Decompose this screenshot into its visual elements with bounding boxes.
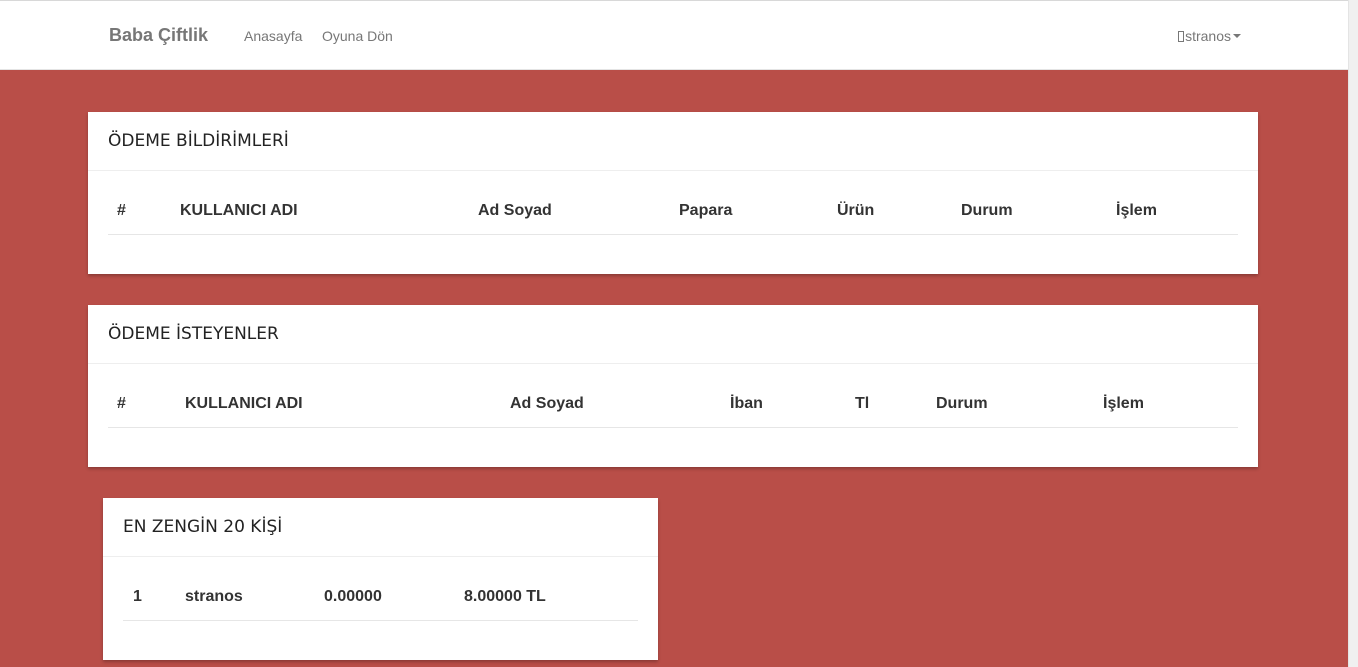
column-header: İban <box>730 395 763 412</box>
column-header: KULLANICI ADI <box>185 395 303 412</box>
user-menu-dropdown[interactable]: stranos <box>1178 28 1241 44</box>
column-header: # <box>117 202 126 219</box>
column-header: İşlem <box>1103 395 1144 412</box>
vertical-scrollbar[interactable] <box>1348 0 1358 667</box>
rank-cell: 1 <box>133 588 142 605</box>
column-header: # <box>117 395 126 412</box>
payment-notifications-panel: ÖDEME BİLDİRİMLERİ # KULLANICI ADI Ad So… <box>88 112 1258 274</box>
column-header: Durum <box>961 202 1013 219</box>
panel-title: ÖDEME BİLDİRİMLERİ <box>88 112 1258 171</box>
column-header: İşlem <box>1116 202 1157 219</box>
username-cell: stranos <box>185 588 243 605</box>
user-icon <box>1178 30 1185 42</box>
table-row: 1 stranos 0.00000 8.00000 TL <box>123 557 638 621</box>
panel-title: ÖDEME İSTEYENLER <box>88 305 1258 364</box>
payment-requests-panel: ÖDEME İSTEYENLER # KULLANICI ADI Ad Soya… <box>88 305 1258 467</box>
balance-cell: 8.00000 TL <box>464 588 546 605</box>
user-name: stranos <box>1185 28 1231 44</box>
column-header: Papara <box>679 202 733 219</box>
caret-down-icon <box>1233 34 1241 38</box>
column-header: Ad Soyad <box>510 395 584 412</box>
nav-link-home[interactable]: Anasayfa <box>244 28 302 44</box>
value-cell: 0.00000 <box>324 588 382 605</box>
column-header: Durum <box>936 395 988 412</box>
table-header: # KULLANICI ADI Ad Soyad Papara Ürün Dur… <box>108 171 1238 235</box>
brand-logo[interactable]: Baba Çiftlik <box>109 25 208 46</box>
panel-title: EN ZENGİN 20 KİŞİ <box>103 498 658 557</box>
richest-users-panel: EN ZENGİN 20 KİŞİ 1 stranos 0.00000 8.00… <box>103 498 658 660</box>
column-header: Ad Soyad <box>478 202 552 219</box>
nav-link-back-to-game[interactable]: Oyuna Dön <box>322 28 393 44</box>
table-header: # KULLANICI ADI Ad Soyad İban Tl Durum İ… <box>108 364 1238 428</box>
column-header: KULLANICI ADI <box>180 202 298 219</box>
column-header: Tl <box>855 395 870 412</box>
navbar: Baba Çiftlik Anasayfa Oyuna Dön stranos <box>0 0 1348 70</box>
column-header: Ürün <box>837 202 875 219</box>
